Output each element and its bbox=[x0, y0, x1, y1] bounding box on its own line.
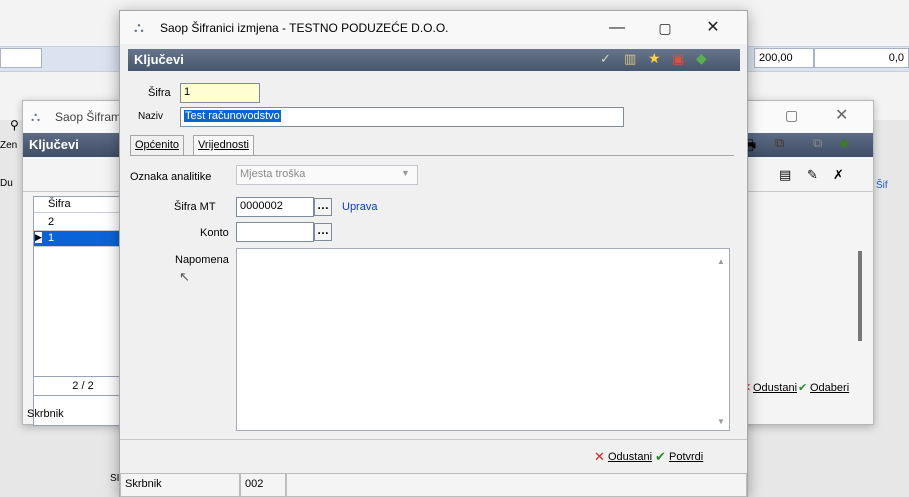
dialog-header-title: Ključevi bbox=[134, 52, 184, 67]
tab-opcenito[interactable]: Općenito bbox=[130, 135, 185, 156]
status-value: 002 bbox=[240, 473, 286, 497]
book-icon[interactable]: ◆ bbox=[696, 50, 707, 67]
app-icon: ⛬ bbox=[31, 109, 41, 124]
oznaka-analitike-value: Mjesta troška bbox=[240, 168, 306, 180]
star-icon[interactable]: ★ bbox=[648, 50, 661, 67]
chevron-down-icon[interactable]: ▼ bbox=[401, 168, 410, 178]
sifra-label: Šifra bbox=[148, 87, 171, 99]
footer-label: Skrbnik bbox=[27, 408, 64, 420]
paste-icon[interactable]: ⧉ bbox=[813, 135, 822, 151]
background-choose-button[interactable]: Odaberi bbox=[810, 382, 849, 394]
naziv-label: Naziv bbox=[138, 111, 164, 122]
checkmark-icon: ✔ bbox=[798, 382, 808, 394]
row-pointer-icon: ▶ bbox=[35, 232, 42, 243]
left-cut-label: Zen bbox=[0, 140, 18, 151]
dialog-header: Ključevi ✓ ▥ ★ ▣ ◆ bbox=[128, 49, 740, 71]
cancel-x-icon: ✕ bbox=[594, 449, 605, 464]
search-icon[interactable]: ⚲ bbox=[10, 118, 19, 132]
background-right-field[interactable]: 0,0 bbox=[814, 48, 909, 68]
close-button[interactable]: ✕ bbox=[698, 17, 728, 39]
konto-lookup-button[interactable]: … bbox=[314, 223, 332, 241]
pager: 2 / 2 bbox=[33, 376, 133, 396]
dialog-titlebar: ⛬ Saop Šifranici izmjena - TESTNO PODUZE… bbox=[120, 11, 747, 44]
cursor-icon: ↖ bbox=[179, 269, 190, 284]
tab-divider bbox=[130, 155, 734, 156]
left-cut-label-2: Du bbox=[0, 178, 13, 189]
close-icon[interactable]: ✕ bbox=[835, 105, 848, 125]
button-divider bbox=[120, 439, 747, 440]
edit-dialog: ⛬ Saop Šifranici izmjena - TESTNO PODUZE… bbox=[119, 10, 748, 497]
sifra-field[interactable]: 1 bbox=[180, 83, 260, 103]
background-right-amount: 0,0 bbox=[888, 52, 904, 64]
new-record-icon[interactable]: ▤ bbox=[779, 167, 791, 183]
delete-record-icon[interactable]: ✗ bbox=[833, 167, 844, 183]
app-icon: ⛬ bbox=[134, 19, 144, 35]
grid-row-value: 1 bbox=[48, 232, 55, 244]
naziv-field[interactable]: Test računovodstvo bbox=[180, 107, 624, 127]
maximize-button[interactable]: ▢ bbox=[650, 17, 680, 39]
scroll-up-icon[interactable]: ▲ bbox=[717, 257, 725, 266]
status-label: Skrbnik bbox=[120, 473, 240, 497]
edit-record-icon[interactable]: ✎ bbox=[807, 167, 818, 183]
cancel-button[interactable]: Odustani bbox=[608, 451, 652, 463]
check-icon[interactable]: ✓ bbox=[600, 51, 611, 67]
background-cancel-button[interactable]: Odustani bbox=[753, 382, 797, 394]
oznaka-analitike-label: Oznaka analitike bbox=[130, 171, 212, 183]
sifra-mt-label: Šifra MT bbox=[174, 201, 216, 213]
background-window-title: Saop Šifram bbox=[55, 110, 122, 124]
sifra-mt-description: Uprava bbox=[342, 201, 378, 213]
dialog-title: Saop Šifranici izmjena - TESTNO PODUZEĆE… bbox=[160, 21, 449, 35]
scrollbar-thumb[interactable] bbox=[858, 251, 862, 341]
columns-icon[interactable]: ▥ bbox=[624, 51, 636, 67]
right-cut-label: Šif bbox=[876, 180, 888, 191]
book-icon[interactable]: ◆ bbox=[839, 135, 849, 151]
konto-field[interactable] bbox=[236, 222, 314, 242]
oznaka-analitike-select[interactable]: Mjesta troška ▼ bbox=[236, 165, 418, 185]
sifra-mt-lookup-button[interactable]: … bbox=[314, 198, 332, 216]
maximize-icon[interactable]: ▢ bbox=[785, 107, 798, 124]
naziv-value: Test računovodstvo bbox=[184, 110, 281, 122]
minimize-button[interactable]: — bbox=[602, 17, 632, 39]
napomena-label: Napomena bbox=[175, 254, 229, 266]
pdf-icon[interactable]: ▣ bbox=[672, 51, 684, 67]
checkmark-icon: ✔ bbox=[655, 449, 666, 464]
confirm-button[interactable]: Potvrdi bbox=[669, 451, 703, 463]
scroll-down-icon[interactable]: ▼ bbox=[717, 417, 725, 426]
background-amount-field[interactable]: 200,00 bbox=[754, 48, 814, 68]
status-empty bbox=[286, 473, 747, 497]
sifra-mt-field[interactable]: 0000002 bbox=[236, 197, 314, 217]
copy-icon[interactable]: ⧉ bbox=[775, 135, 784, 151]
background-field-left[interactable] bbox=[0, 48, 42, 68]
tab-vrijednosti[interactable]: Vrijednosti bbox=[193, 135, 254, 156]
konto-label: Konto bbox=[200, 227, 229, 239]
background-amount: 200,00 bbox=[759, 52, 793, 64]
napomena-textarea[interactable]: ▲ ▼ bbox=[236, 248, 730, 431]
